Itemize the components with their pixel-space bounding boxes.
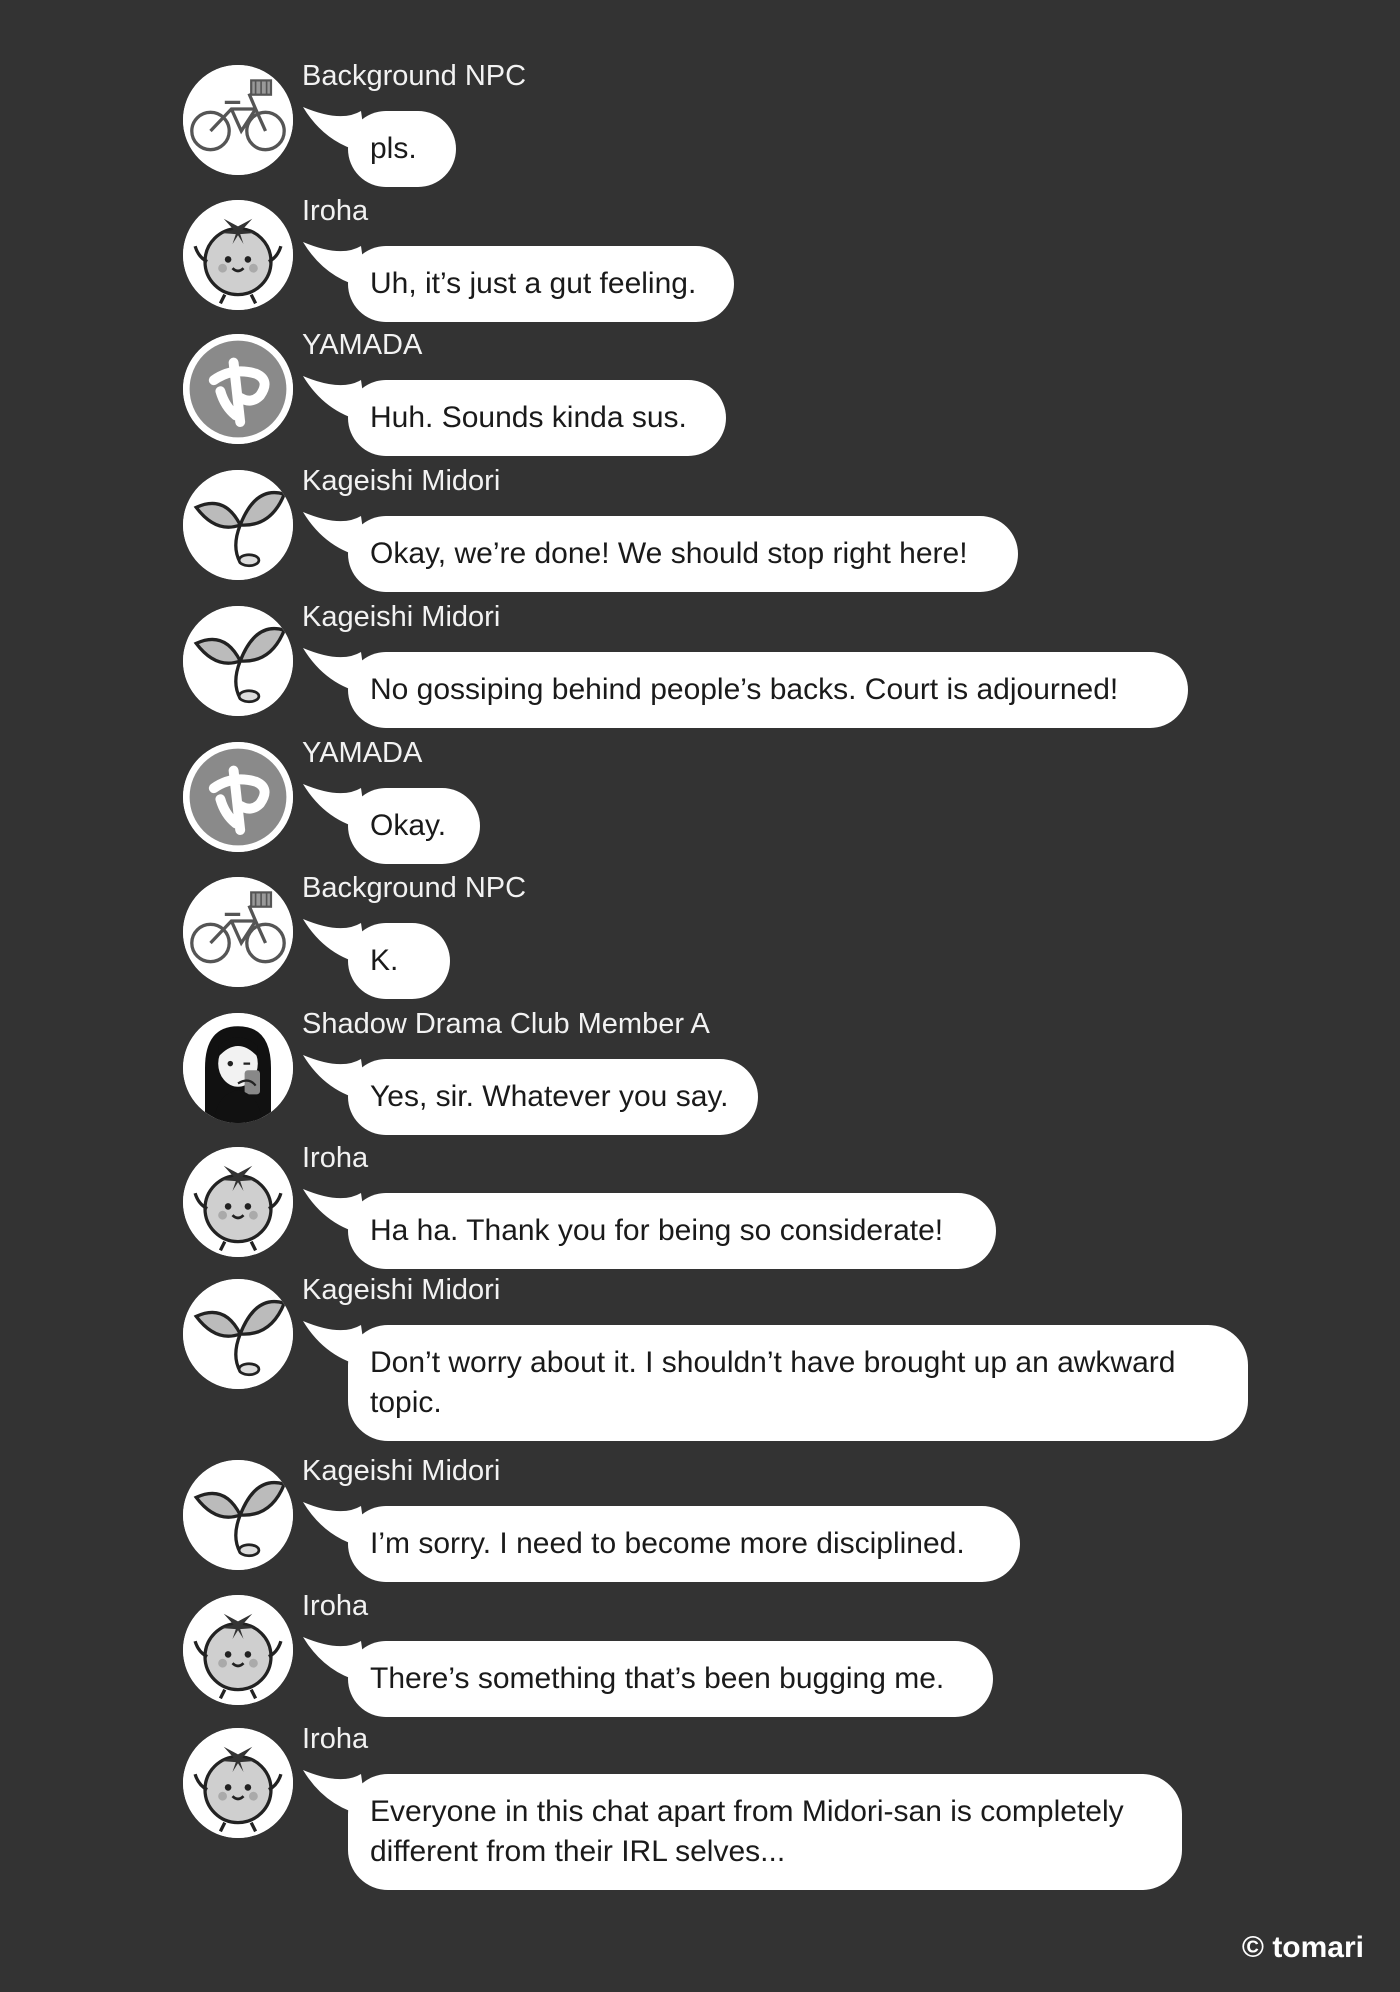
- sender-name: Kageishi Midori: [302, 465, 501, 497]
- sender-name: Kageishi Midori: [302, 1455, 501, 1487]
- message-bubble: There’s something that’s been bugging me…: [348, 1641, 993, 1717]
- sprout-icon[interactable]: [183, 1279, 293, 1389]
- message-bubble: Yes, sir. Whatever you say.: [348, 1059, 758, 1135]
- message-bubble: Don’t worry about it. I shouldn’t have b…: [348, 1325, 1248, 1441]
- sprout-icon[interactable]: [183, 606, 293, 716]
- sender-name: YAMADA: [302, 737, 423, 769]
- sprout-icon[interactable]: [183, 470, 293, 580]
- sender-name: YAMADA: [302, 329, 423, 361]
- sender-name: Kageishi Midori: [302, 601, 501, 633]
- ya-icon[interactable]: [183, 742, 293, 852]
- message-bubble: Huh. Sounds kinda sus.: [348, 380, 726, 456]
- chat-log: Background NPC pls. Iroha Uh, it’s just …: [0, 0, 1400, 1992]
- message-bubble: pls.: [348, 111, 456, 187]
- sender-name: Iroha: [302, 1142, 369, 1174]
- bicycle-icon[interactable]: [183, 65, 293, 175]
- tomato-icon[interactable]: [183, 200, 293, 310]
- tomato-icon[interactable]: [183, 1728, 293, 1838]
- message-bubble: K.: [348, 923, 450, 999]
- message-bubble: Uh, it’s just a gut feeling.: [348, 246, 734, 322]
- tomato-icon[interactable]: [183, 1595, 293, 1705]
- girl-icon[interactable]: [183, 1013, 293, 1123]
- message-bubble: No gossiping behind people’s backs. Cour…: [348, 652, 1188, 728]
- message-bubble: I’m sorry. I need to become more discipl…: [348, 1506, 1020, 1582]
- message-bubble: Okay, we’re done! We should stop right h…: [348, 516, 1018, 592]
- ya-icon[interactable]: [183, 334, 293, 444]
- sender-name: Shadow Drama Club Member A: [302, 1008, 710, 1040]
- tomato-icon[interactable]: [183, 1147, 293, 1257]
- message-bubble: Ha ha. Thank you for being so considerat…: [348, 1193, 996, 1269]
- sprout-icon[interactable]: [183, 1460, 293, 1570]
- sender-name: Background NPC: [302, 60, 527, 92]
- sender-name: Iroha: [302, 195, 369, 227]
- sender-name: Iroha: [302, 1723, 369, 1755]
- message-bubble: Everyone in this chat apart from Midori-…: [348, 1774, 1182, 1890]
- message-bubble: Okay.: [348, 788, 480, 864]
- bicycle-icon[interactable]: [183, 877, 293, 987]
- copyright-text: © tomari: [1241, 1931, 1364, 1964]
- sender-name: Iroha: [302, 1590, 369, 1622]
- sender-name: Kageishi Midori: [302, 1274, 501, 1306]
- sender-name: Background NPC: [302, 872, 527, 904]
